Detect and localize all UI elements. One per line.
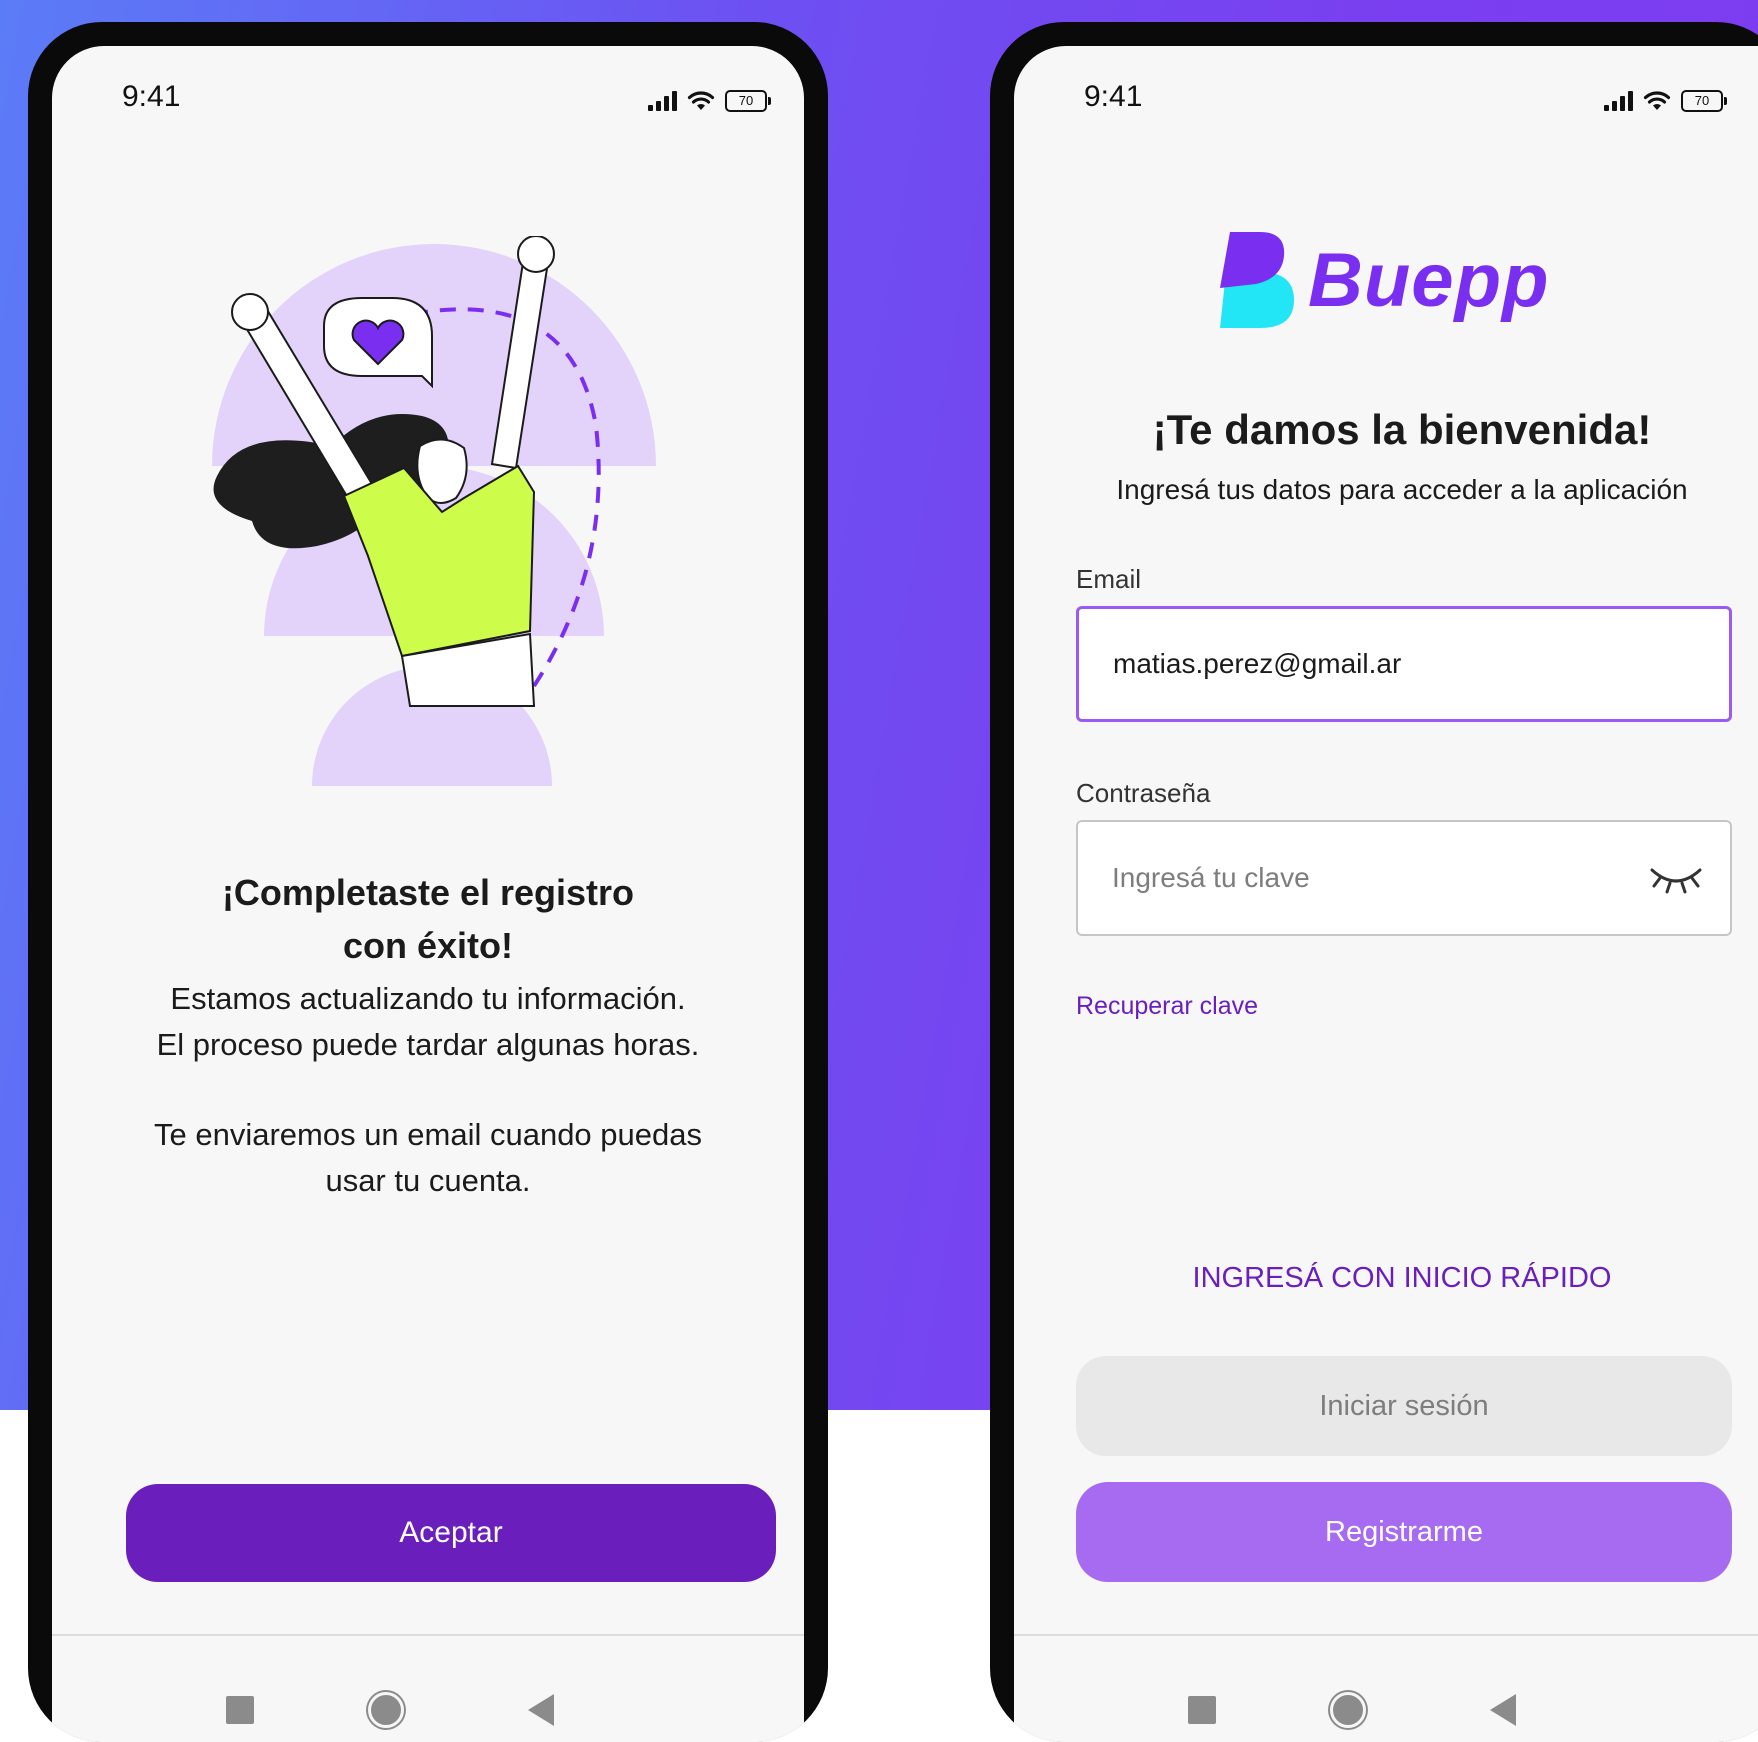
battery-icon: 70 (1681, 90, 1727, 112)
recover-password-link[interactable]: Recuperar clave (1076, 992, 1258, 1021)
back-triangle-icon[interactable] (1490, 1694, 1516, 1726)
status-time: 9:41 (1084, 80, 1143, 113)
password-input[interactable] (1110, 861, 1634, 895)
email-label: Email (1076, 564, 1142, 594)
password-label: Contraseña (1076, 778, 1211, 808)
accept-button[interactable]: Aceptar (126, 1484, 776, 1582)
wifi-icon (687, 91, 715, 110)
battery-icon: 70 (725, 90, 771, 112)
recent-apps-square-icon[interactable] (1188, 1696, 1216, 1724)
login-screen: 9:41 70 Buepp ¡Te damos la bienvenida! I… (1014, 46, 1758, 1742)
buepp-logo-mark-icon (1220, 232, 1294, 328)
success-message-paragraph-1: Estamos actualizando tu información. El … (156, 981, 700, 1062)
android-nav-bar (1014, 1634, 1758, 1742)
wifi-icon (1643, 91, 1671, 110)
signal-icon (648, 91, 677, 111)
welcome-title: ¡Te damos la bienvenida! (1152, 406, 1652, 453)
signal-icon (1604, 91, 1633, 111)
password-field[interactable] (1076, 820, 1732, 936)
register-button[interactable]: Registrarme (1076, 1482, 1732, 1582)
success-title-line2: con éxito! (342, 925, 513, 966)
recent-apps-square-icon[interactable] (226, 1696, 254, 1724)
status-icons: 70 (1604, 90, 1727, 112)
quick-login-link[interactable]: INGRESÁ CON INICIO RÁPIDO (1014, 1262, 1758, 1295)
success-title-line1: ¡Completaste el registro (221, 872, 635, 913)
phone-right: 9:41 70 Buepp ¡Te damos la bienvenida! I… (990, 22, 1758, 1742)
home-circle-icon[interactable] (1330, 1692, 1366, 1728)
status-icons: 70 (648, 90, 771, 112)
email-input[interactable] (1111, 647, 1635, 681)
success-message-paragraph-2: Te enviaremos un email cuando puedas usa… (153, 1117, 702, 1198)
email-field[interactable] (1076, 606, 1732, 722)
logo-text: Buepp (1308, 237, 1550, 323)
status-time: 9:41 (122, 80, 181, 113)
celebration-illustration (212, 236, 656, 786)
buepp-logo: Buepp (1220, 232, 1549, 328)
phone-left: 9:41 70 ¡Completaste el registro con éxi… (28, 22, 828, 1742)
eye-closed-icon[interactable] (1648, 862, 1704, 896)
login-button[interactable]: Iniciar sesión (1076, 1356, 1732, 1456)
welcome-subtitle: Ingresá tus datos para acceder a la apli… (1116, 474, 1688, 505)
success-title: ¡Completaste el registro con éxito! (52, 866, 804, 972)
back-triangle-icon[interactable] (528, 1694, 554, 1726)
android-nav-bar (52, 1634, 804, 1742)
registration-success-screen: 9:41 70 ¡Completaste el registro con éxi… (52, 46, 804, 1742)
home-circle-icon[interactable] (368, 1692, 404, 1728)
success-message: Estamos actualizando tu información. El … (92, 976, 764, 1248)
